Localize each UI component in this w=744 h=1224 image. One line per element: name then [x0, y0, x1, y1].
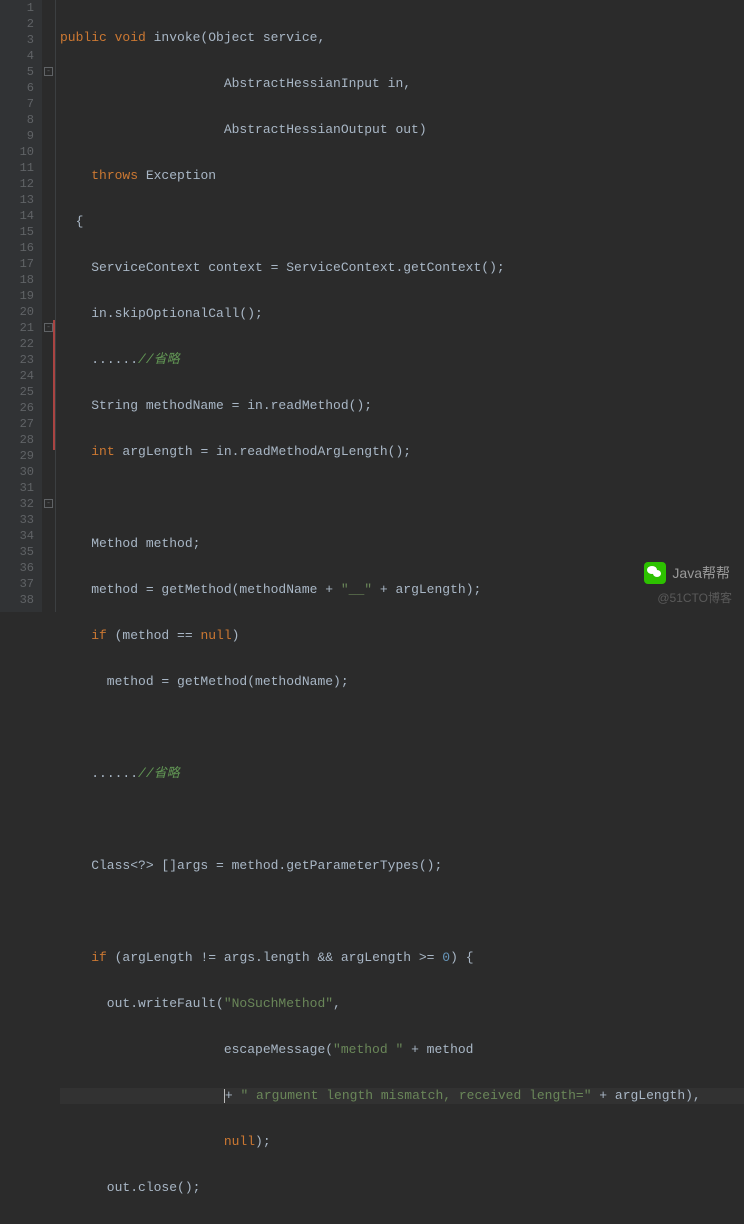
line-number: 26: [0, 400, 34, 416]
code-line: null);: [60, 1134, 744, 1150]
wechat-badge: Java帮帮: [644, 562, 730, 584]
line-number: 3: [0, 32, 34, 48]
fold-marker[interactable]: -: [44, 323, 53, 332]
line-number: 27: [0, 416, 34, 432]
line-number: 34: [0, 528, 34, 544]
line-number: 12: [0, 176, 34, 192]
wechat-text: Java帮帮: [672, 563, 730, 583]
line-number: 35: [0, 544, 34, 560]
code-line: [60, 904, 744, 920]
line-number: 29: [0, 448, 34, 464]
code-line: if (method == null): [60, 628, 744, 644]
code-line: escapeMessage("method " + method: [60, 1042, 744, 1058]
code-editor[interactable]: 1234567891011121314151617181920212223242…: [0, 0, 744, 612]
line-number: 13: [0, 192, 34, 208]
line-number: 19: [0, 288, 34, 304]
code-line-active: + " argument length mismatch, received l…: [60, 1088, 744, 1104]
fold-marker[interactable]: -: [44, 67, 53, 76]
change-marker: [53, 320, 55, 450]
line-number: 32: [0, 496, 34, 512]
line-number: 18: [0, 272, 34, 288]
line-number: 4: [0, 48, 34, 64]
code-line: Class<?> []args = method.getParameterTyp…: [60, 858, 744, 874]
line-number: 5: [0, 64, 34, 80]
line-number-gutter: 1234567891011121314151617181920212223242…: [0, 0, 42, 612]
line-number: 23: [0, 352, 34, 368]
line-number: 15: [0, 224, 34, 240]
watermark-text: @51CTO博客: [657, 589, 732, 606]
code-line: AbstractHessianOutput out): [60, 122, 744, 138]
line-number: 10: [0, 144, 34, 160]
line-number: 8: [0, 112, 34, 128]
code-line: String methodName = in.readMethod();: [60, 398, 744, 414]
line-number: 37: [0, 576, 34, 592]
code-line: in.skipOptionalCall();: [60, 306, 744, 322]
line-number: 17: [0, 256, 34, 272]
line-number: 20: [0, 304, 34, 320]
line-number: 14: [0, 208, 34, 224]
line-number: 28: [0, 432, 34, 448]
code-line: out.close();: [60, 1180, 744, 1196]
line-number: 24: [0, 368, 34, 384]
code-line: ......//省略: [60, 766, 744, 782]
line-number: 9: [0, 128, 34, 144]
code-line: Method method;: [60, 536, 744, 552]
code-line: out.writeFault("NoSuchMethod",: [60, 996, 744, 1012]
fold-gutter: - - -: [42, 0, 56, 612]
line-number: 7: [0, 96, 34, 112]
wechat-icon: [644, 562, 666, 584]
line-number: 21: [0, 320, 34, 336]
code-content[interactable]: public void invoke(Object service, Abstr…: [56, 0, 744, 612]
code-line: ServiceContext context = ServiceContext.…: [60, 260, 744, 276]
line-number: 25: [0, 384, 34, 400]
code-line: method = getMethod(methodName);: [60, 674, 744, 690]
line-number: 36: [0, 560, 34, 576]
code-line: [60, 720, 744, 736]
line-number: 6: [0, 80, 34, 96]
line-number: 38: [0, 592, 34, 608]
code-line: [60, 490, 744, 506]
code-line: int argLength = in.readMethodArgLength()…: [60, 444, 744, 460]
line-number: 1: [0, 0, 34, 16]
code-line: {: [60, 214, 744, 230]
code-line: AbstractHessianInput in,: [60, 76, 744, 92]
code-line: throws Exception: [60, 168, 744, 184]
code-line: if (argLength != args.length && argLengt…: [60, 950, 744, 966]
line-number: 16: [0, 240, 34, 256]
line-number: 30: [0, 464, 34, 480]
code-line: method = getMethod(methodName + "__" + a…: [60, 582, 744, 598]
line-number: 31: [0, 480, 34, 496]
line-number: 33: [0, 512, 34, 528]
line-number: 22: [0, 336, 34, 352]
line-number: 2: [0, 16, 34, 32]
fold-marker[interactable]: -: [44, 499, 53, 508]
code-line: ......//省略: [60, 352, 744, 368]
line-number: 11: [0, 160, 34, 176]
code-line: public void invoke(Object service,: [60, 30, 744, 46]
code-line: [60, 812, 744, 828]
